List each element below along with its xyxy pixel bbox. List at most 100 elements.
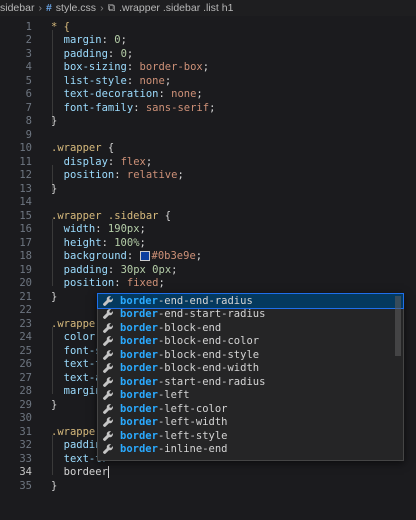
code-token: ; xyxy=(171,263,178,276)
suggestion-item[interactable]: border -block-end xyxy=(98,321,403,335)
breadcrumb-file[interactable]: style.css xyxy=(56,2,96,14)
code-line[interactable]: 11 display: flex; xyxy=(0,155,416,169)
code-token: * { xyxy=(51,20,70,33)
suggestion-item[interactable]: border -end-start-radius xyxy=(98,308,403,322)
line-number: 17 xyxy=(19,236,32,249)
code-line[interactable]: 9 xyxy=(0,128,416,142)
code-text: height: 100%; xyxy=(51,237,146,249)
line-number: 35 xyxy=(19,479,32,492)
breadcrumb: sidebar › # style.css › ⧉ .wrapper .side… xyxy=(0,0,416,16)
suggestion-item[interactable]: border -end-end-radius xyxy=(97,293,404,309)
line-number: 23 xyxy=(19,317,32,330)
suggestion-item[interactable]: border -block-end-style xyxy=(98,348,403,362)
code-token: ; xyxy=(202,61,210,74)
suggestion-item[interactable]: border -block-end-width xyxy=(98,362,403,376)
code-text: padding: 30px 0px; xyxy=(51,263,178,276)
code-token: 190px xyxy=(107,223,140,236)
suggestions-scrollbar[interactable] xyxy=(395,296,401,356)
code-token: ; xyxy=(139,236,146,249)
code-text: } xyxy=(51,399,57,411)
suggestion-item[interactable]: border -left-color xyxy=(98,402,403,416)
code-line[interactable]: 13} xyxy=(0,182,416,196)
code-line[interactable]: 5 list-style: none; xyxy=(0,74,416,88)
line-number: 15 xyxy=(19,209,32,222)
code-line[interactable]: 6 text-decoration: none; xyxy=(0,88,416,102)
code-token: ; xyxy=(196,88,203,101)
suggestion-rest: -left xyxy=(157,389,190,402)
line-number: 18 xyxy=(19,250,32,263)
code-line[interactable]: 18 background: #0b3e9e; xyxy=(0,250,416,264)
code-line[interactable]: 10 .wrapper { xyxy=(0,142,416,156)
code-text: width: 190px; xyxy=(51,223,146,235)
suggestion-item[interactable]: border -left-width xyxy=(98,416,403,430)
code-line[interactable]: 12 position: relative; xyxy=(0,169,416,183)
line-number: 14 xyxy=(19,196,32,209)
wrench-icon xyxy=(102,322,114,334)
suggestion-item[interactable]: border -start-end-radius xyxy=(98,375,403,389)
wrench-icon xyxy=(102,443,114,455)
wrench-icon xyxy=(102,403,114,415)
code-line[interactable]: 3 padding: 0; xyxy=(0,47,416,61)
code-token: : xyxy=(107,47,121,60)
suggestion-match: border xyxy=(120,429,158,442)
code-token: : xyxy=(126,74,140,87)
code-line[interactable]: 16 width: 190px; xyxy=(0,223,416,237)
code-line[interactable]: 20 position: fixed; xyxy=(0,277,416,291)
code-token: #0b3e9e xyxy=(151,250,196,263)
suggestion-item[interactable]: border -left-style xyxy=(98,429,403,443)
suggestion-rest: -left-color xyxy=(157,402,228,415)
code-line[interactable]: 35} xyxy=(0,479,416,493)
code-token: ; xyxy=(126,47,134,60)
code-line[interactable]: 14 xyxy=(0,196,416,210)
code-token: : xyxy=(107,155,121,168)
chevron-right-icon: › xyxy=(38,2,42,14)
code-token: sans-serif xyxy=(145,101,210,114)
line-number: 28 xyxy=(19,385,32,398)
code-text: } xyxy=(51,115,57,127)
code-token: : xyxy=(133,101,146,114)
code-line[interactable]: 1 * { xyxy=(0,20,416,34)
color-swatch-icon[interactable] xyxy=(139,251,150,262)
suggestion-item[interactable]: border -block-end-color xyxy=(98,335,403,349)
wrench-icon xyxy=(102,295,114,307)
code-token: relative xyxy=(126,169,178,182)
code-token: } xyxy=(51,115,58,128)
line-number: 27 xyxy=(19,371,32,384)
suggestion-match: border xyxy=(120,335,158,348)
suggestion-item[interactable]: border -left xyxy=(98,389,403,403)
code-line[interactable]: 7 font-family: sans-serif; xyxy=(0,101,416,115)
code-text: display: flex; xyxy=(51,155,153,168)
code-line[interactable]: 19 padding: 30px 0px; xyxy=(0,263,416,277)
suggestion-item[interactable]: border -inline-end xyxy=(98,443,403,457)
code-token: font-family xyxy=(51,101,134,114)
code-line[interactable]: 34 bordeer xyxy=(0,466,416,480)
code-line[interactable]: 2 margin: 0; xyxy=(0,34,416,48)
wrench-icon xyxy=(102,416,114,428)
code-text: .wrapper { xyxy=(51,142,114,154)
suggestion-rest: -end-start-radius xyxy=(157,308,266,321)
suggestion-rest: -inline-end xyxy=(157,443,228,456)
breadcrumb-selector[interactable]: .wrapper .sidebar .list h1 xyxy=(119,2,233,14)
code-text: bordeer xyxy=(51,466,109,479)
breadcrumb-folder[interactable]: sidebar xyxy=(0,2,34,14)
code-token: ; xyxy=(145,155,153,168)
code-line[interactable]: 4 box-sizing: border-box; xyxy=(0,61,416,75)
code-token: border-box xyxy=(139,61,203,74)
code-line[interactable]: 17 height: 100%; xyxy=(0,236,416,250)
autocomplete-suggestions[interactable]: border -end-end-radius border -end-start-ra… xyxy=(97,293,404,461)
code-line[interactable]: 8} xyxy=(0,115,416,129)
chevron-right-icon: › xyxy=(100,2,104,14)
line-number: 34 xyxy=(19,466,32,479)
code-token: none xyxy=(171,88,197,101)
code-line[interactable]: 15 .wrapper .sidebar { xyxy=(0,209,416,223)
code-token: ; xyxy=(164,74,172,87)
code-token: padding xyxy=(51,263,108,276)
suggestion-match: border xyxy=(120,375,158,388)
code-token: .wrapper xyxy=(51,317,102,330)
suggestion-rest: -block-end-color xyxy=(157,335,260,348)
code-text: list-style: none; xyxy=(51,74,172,87)
suggestion-match: border xyxy=(120,416,158,429)
line-number: 25 xyxy=(19,344,32,357)
line-number: 30 xyxy=(19,412,32,425)
code-text: } xyxy=(51,480,57,492)
